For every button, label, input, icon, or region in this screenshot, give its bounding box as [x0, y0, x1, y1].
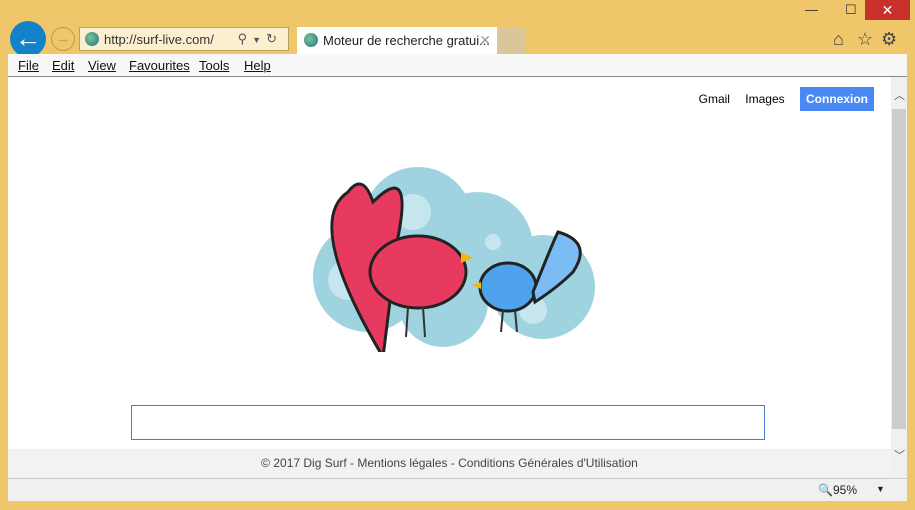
new-tab-button[interactable] — [498, 27, 525, 54]
address-bar[interactable]: http://surf-live.com/ ⚲▼↻ — [79, 27, 289, 51]
star-icon[interactable]: ☆ — [857, 29, 873, 50]
menu-bar: File Edit View Favourites Tools Help — [8, 54, 907, 77]
scroll-up-icon[interactable]: ︿ — [894, 87, 905, 103]
menu-view[interactable]: View — [88, 58, 116, 73]
tab-title: Moteur de recherche gratui... — [323, 33, 490, 48]
dropdown-icon[interactable]: ▼ — [252, 35, 266, 45]
address-text: http://surf-live.com/ — [104, 32, 214, 47]
page-content: Gmail Images Connexion — [8, 77, 891, 449]
menu-tools[interactable]: Tools — [199, 58, 229, 73]
gmail-link[interactable]: Gmail — [699, 92, 730, 106]
tab-close-icon[interactable]: ✕ — [479, 32, 491, 49]
search-input[interactable] — [131, 405, 765, 440]
footer: © 2017 Dig Surf - Mentions légales - Con… — [8, 449, 891, 478]
tab-globe-icon — [304, 33, 318, 47]
arrow-right-icon: → — [55, 30, 71, 47]
refresh-icon[interactable]: ↻ — [266, 31, 282, 46]
scroll-down-icon[interactable]: ﹀ — [894, 447, 905, 463]
status-bar: 🔍 95% ▼ — [8, 478, 907, 501]
arrow-left-icon: ← — [15, 23, 41, 53]
search-icon[interactable]: ⚲ — [238, 31, 253, 46]
menu-file[interactable]: File — [18, 58, 39, 73]
connexion-button[interactable]: Connexion — [800, 87, 874, 111]
site-globe-icon — [85, 32, 99, 46]
zoom-icon[interactable]: 🔍 — [818, 483, 833, 497]
gear-icon[interactable]: ⚙ — [881, 29, 897, 50]
vertical-scrollbar[interactable]: ︿ ﹀ — [891, 77, 907, 478]
tab-active[interactable]: Moteur de recherche gratui... ✕ — [297, 27, 497, 54]
back-button[interactable]: ← — [10, 21, 46, 57]
menu-favourites[interactable]: Favourites — [129, 58, 190, 73]
scroll-thumb[interactable] — [892, 109, 906, 429]
images-link[interactable]: Images — [745, 92, 784, 106]
zoom-level[interactable]: 95% — [833, 483, 857, 497]
forward-button[interactable]: → — [51, 27, 75, 51]
menu-edit[interactable]: Edit — [52, 58, 74, 73]
home-icon[interactable]: ⌂ — [833, 29, 844, 50]
menu-help[interactable]: Help — [244, 58, 271, 73]
minimize-button[interactable]: — — [805, 2, 818, 17]
close-window-button[interactable]: ✕ — [865, 0, 910, 20]
zoom-dropdown-icon[interactable]: ▼ — [876, 484, 885, 494]
birds-logo-icon — [313, 167, 595, 352]
maximize-button[interactable]: ☐ — [845, 2, 857, 18]
